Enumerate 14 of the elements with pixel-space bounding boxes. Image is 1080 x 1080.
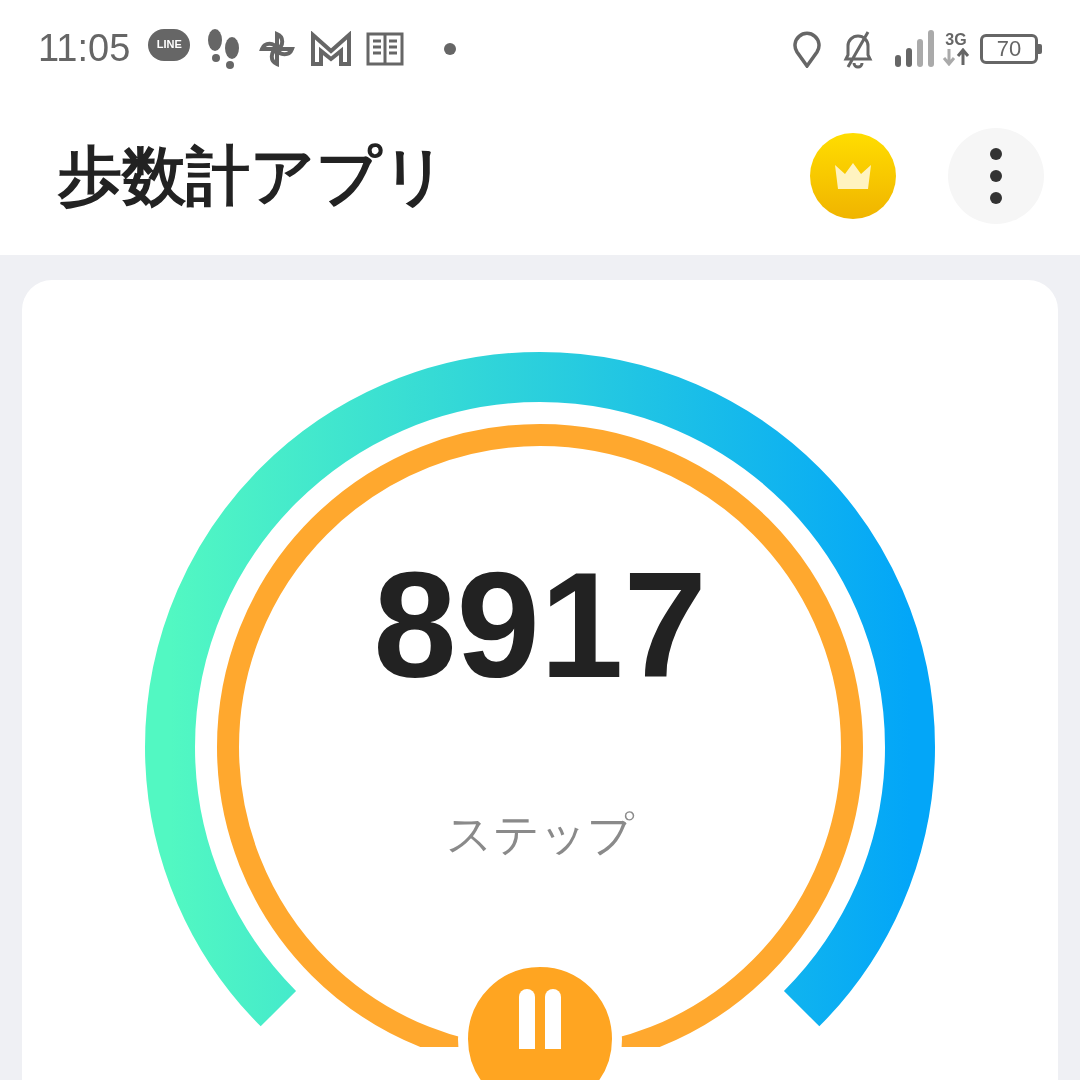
location-pin-icon <box>792 29 822 68</box>
signal-icon <box>894 28 936 69</box>
step-count: 8917 <box>373 550 707 700</box>
app-title: 歩数計アプリ <box>58 139 449 215</box>
step-unit-label: ステップ <box>446 807 634 862</box>
data-arrows-icon <box>942 47 970 66</box>
battery-tip-icon <box>1038 43 1042 54</box>
battery-indicator: 70 <box>980 33 1038 64</box>
more-vertical-icon <box>989 147 1003 206</box>
status-time: 11:05 <box>38 26 131 72</box>
m-mail-icon <box>310 30 353 67</box>
network-type-label: 3G <box>945 31 967 48</box>
crown-icon <box>833 161 873 192</box>
book-icon <box>366 31 407 66</box>
